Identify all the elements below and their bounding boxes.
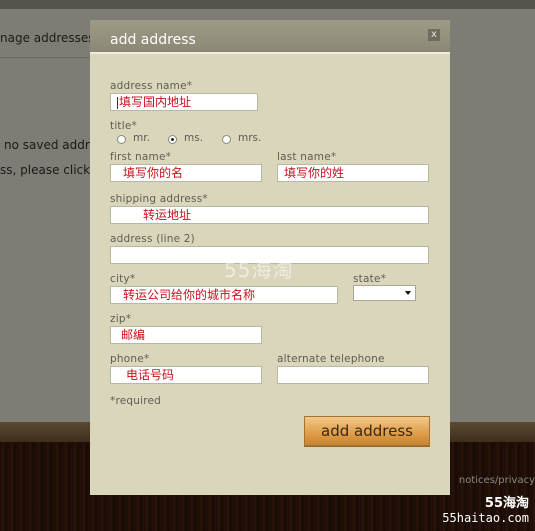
chevron-down-icon (405, 291, 411, 295)
corner-watermark: 55海淘 55haitao.com (442, 492, 529, 525)
radio-mrs-label: mrs. (238, 132, 262, 144)
city-input[interactable]: 转运公司给你的城市名称 (110, 286, 338, 304)
corner-watermark-title: 55海淘 (484, 496, 529, 511)
shipping-address-input[interactable]: 转运地址 (110, 206, 429, 224)
address-name-value: 填写国内地址 (119, 95, 192, 109)
first-name-label: first name* (110, 151, 172, 163)
address-name-label: address name* (110, 80, 193, 92)
add-address-button[interactable]: add address (304, 416, 430, 446)
title-label: title* (110, 120, 137, 132)
phone-input[interactable]: 电话号码 (110, 366, 262, 384)
alternate-telephone-label: alternate telephone (277, 353, 385, 365)
address-line2-label: address (line 2) (110, 233, 195, 245)
dialog-header: add address x (90, 20, 450, 54)
required-note: *required (110, 395, 162, 407)
center-watermark: 55海淘 (224, 258, 294, 282)
radio-mr-label: mr. (133, 132, 150, 144)
shipping-address-label: shipping address* (110, 193, 208, 205)
last-name-input[interactable]: 填写你的姓 (277, 164, 429, 182)
state-label: state* (353, 273, 387, 285)
alternate-telephone-input[interactable] (277, 366, 429, 384)
city-label: city* (110, 273, 136, 285)
page-top-bar (0, 0, 535, 9)
radio-mrs[interactable] (222, 135, 231, 144)
manage-addresses-heading: nage addresses (0, 31, 95, 45)
radio-mr[interactable] (117, 135, 126, 144)
please-click-text: ss, please click (0, 163, 91, 177)
last-name-label: last name* (277, 151, 337, 163)
zip-label: zip* (110, 313, 132, 325)
state-select[interactable] (353, 285, 416, 301)
text-cursor (117, 96, 118, 109)
footer-notices-link[interactable]: notices/privacy (459, 475, 535, 486)
no-saved-addresses-text: no saved addre (4, 138, 97, 152)
dialog-title: add address (110, 32, 196, 48)
corner-watermark-url: 55haitao.com (442, 511, 529, 525)
radio-ms[interactable] (168, 135, 177, 144)
first-name-input[interactable]: 填写你的名 (110, 164, 262, 182)
heading-underline (0, 57, 90, 58)
radio-ms-label: ms. (184, 132, 204, 144)
phone-label: phone* (110, 353, 150, 365)
address-name-input[interactable]: 填写国内地址 (110, 93, 258, 111)
zip-input[interactable]: 邮编 (110, 326, 262, 344)
close-icon[interactable]: x (428, 29, 440, 41)
